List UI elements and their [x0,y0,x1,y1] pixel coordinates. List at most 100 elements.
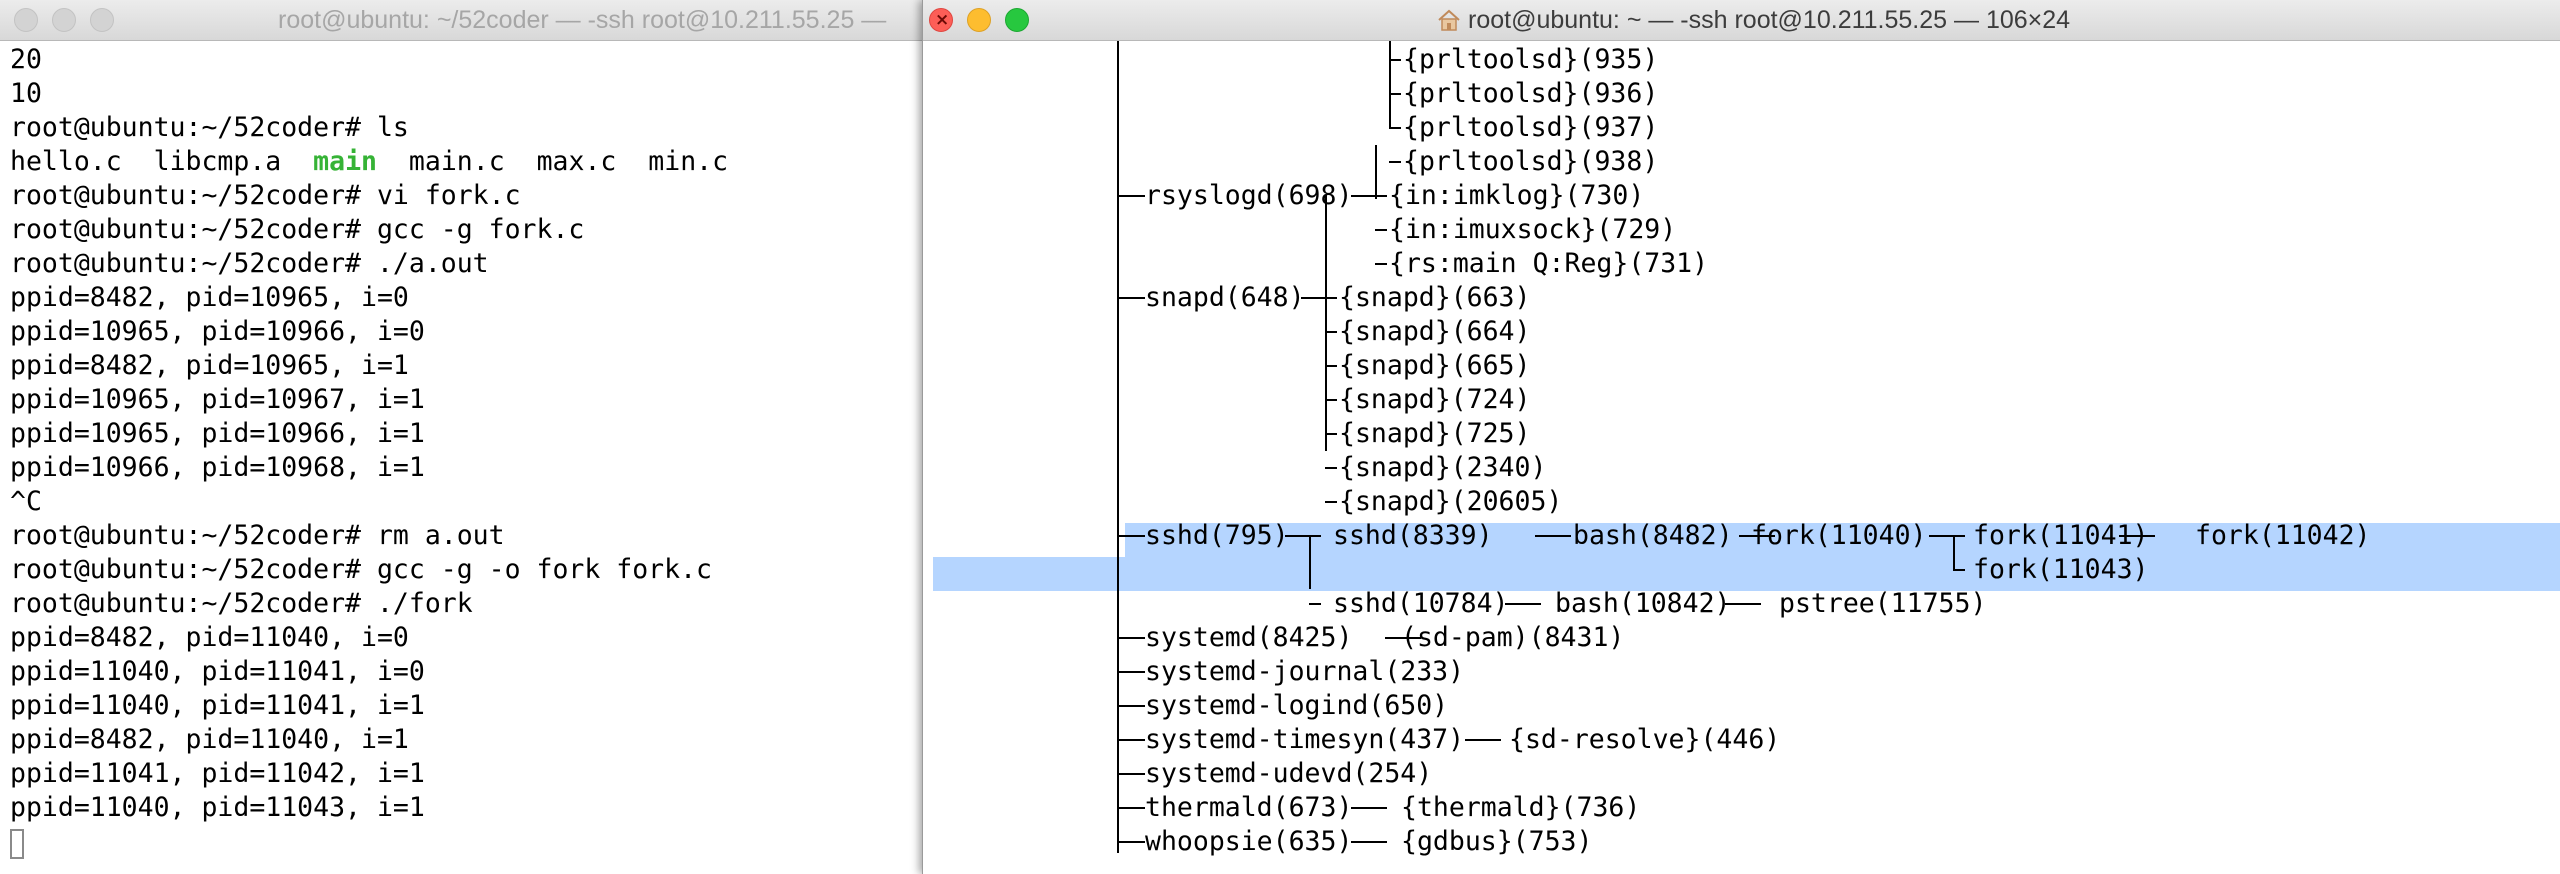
thread-snapd: {snapd}(663) [1339,282,1531,313]
terminal-line: ppid=8482, pid=10965, i=1 [10,350,409,381]
terminal-line: ppid=11041, pid=11042, i=1 [10,758,425,789]
right-window-title-wrap: root@ubuntu: ~ — -ssh root@10.211.55.25 … [1436,0,2070,40]
tree-connector [1309,603,1321,605]
file-hello-c: hello.c [10,146,122,177]
tree-connector [1117,739,1145,741]
terminal-cursor [10,829,24,859]
close-button[interactable] [14,8,38,32]
left-window-titlebar[interactable]: root@ubuntu: ~/52coder — -ssh root@10.21… [0,0,924,41]
terminal-line: ppid=8482, pid=10965, i=0 [10,282,409,313]
right-window-title: root@ubuntu: ~ — -ssh root@10.211.55.25 … [1468,6,2071,34]
tree-connector [1117,195,1145,197]
left-terminal-window[interactable]: root@ubuntu: ~/52coder — -ssh root@10.21… [0,0,924,874]
pstree-output[interactable]: {prltoolsd}(935) {prltoolsd}(936) {prlto… [923,41,2560,874]
tree-connector [1325,365,1337,367]
tree-connector [1117,671,1145,673]
process-snapd: snapd(648) [1145,282,1305,313]
thread-snapd: {snapd}(20605) [1339,486,1563,517]
terminal-line: root@ubuntu:~/52coder# ./fork [10,588,473,619]
close-button[interactable]: × [929,8,953,32]
tree-connector [1389,127,1401,129]
process-systemd-logind: systemd-logind(650) [1145,690,1449,721]
file-main-c: main.c [408,146,505,177]
tree-connector [1351,195,1387,197]
minimize-button[interactable] [52,8,76,32]
left-terminal-content[interactable]: 20 10 root@ubuntu:~/52coder# ls hello.c … [0,41,924,874]
process-systemd-timesyn: systemd-timesyn(437) [1145,724,1465,755]
terminal-line: ppid=11040, pid=11041, i=1 [10,690,425,721]
tree-connector [1117,297,1145,299]
tree-connector [1535,535,1571,537]
process-sshd-795: sshd(795) [1145,520,1289,551]
terminal-line: ppid=10965, pid=10966, i=0 [10,316,425,347]
terminal-line: 20 [10,44,42,75]
tree-branch-line [1953,537,1955,569]
process-fork-11043: fork(11043) [1973,554,2149,585]
terminal-line: ppid=8482, pid=11040, i=0 [10,622,409,653]
file-main-executable: main [313,146,377,177]
thread-sd-resolve: {sd-resolve}(446) [1509,724,1781,755]
process-bash-10842: bash(10842) [1555,588,1731,619]
tree-connector [1117,637,1145,639]
tree-connector [1325,467,1337,469]
tree-connector [1325,433,1337,435]
tree-connector [1117,535,1145,537]
tree-connector [1325,399,1337,401]
thread-thermald: {thermald}(736) [1401,792,1641,823]
tree-connector [1117,841,1145,843]
process-fork-11042: fork(11042) [2195,520,2371,551]
tree-connector [1117,705,1145,707]
tree-branch-line [1375,145,1377,199]
tree-connector [1301,297,1337,299]
process-sshd-10784: sshd(10784) [1333,588,1509,619]
home-icon [1438,9,1460,31]
tree-connector [1325,331,1337,333]
right-terminal-window[interactable]: × root@ubuntu: ~ — -ssh root@10.211.55.2… [922,0,2560,874]
tree-connector [1505,603,1541,605]
thread-in-imklog: {in:imklog}(730) [1389,180,1645,211]
terminal-line: root@ubuntu:~/52coder# vi fork.c [10,180,521,211]
terminal-line: ppid=11040, pid=11043, i=1 [10,792,425,823]
process-prltoolsd: {prltoolsd}(937) [1403,112,1659,143]
thread-snapd: {snapd}(725) [1339,418,1531,449]
zoom-button[interactable] [90,8,114,32]
tree-trunk-line [1117,41,1119,853]
terminal-line: root@ubuntu:~/52coder# ./a.out [10,248,489,279]
process-pstree-11755: pstree(11755) [1779,588,1987,619]
tree-connector [1389,161,1401,163]
tree-branch-line [1309,537,1311,589]
tree-connector [1953,569,1965,571]
selection-highlight [933,557,2560,591]
thread-snapd: {snapd}(2340) [1339,452,1547,483]
tree-branch-line [1325,195,1327,451]
process-systemd-journal: systemd-journal(233) [1145,656,1465,687]
tree-connector [1389,59,1401,61]
tree-connector [1285,535,1321,537]
terminal-line: ^C [10,486,42,517]
thread-snapd: {snapd}(724) [1339,384,1531,415]
right-window-titlebar[interactable]: × root@ubuntu: ~ — -ssh root@10.211.55.2… [923,0,2560,41]
tree-connector [1389,93,1401,95]
process-sshd-8339: sshd(8339) [1333,520,1493,551]
thread-rs-main: {rs:main Q:Reg}(731) [1389,248,1709,279]
terminal-line: root@ubuntu:~/52coder# gcc -g fork.c [10,214,585,245]
tree-connector [1117,773,1145,775]
terminal-line: ppid=10965, pid=10967, i=1 [10,384,425,415]
process-systemd-udevd: systemd-udevd(254) [1145,758,1433,789]
thread-snapd: {snapd}(664) [1339,316,1531,347]
tree-branch-line [1389,41,1391,127]
minimize-button[interactable] [967,8,991,32]
close-x-icon: × [935,10,950,30]
thread-snapd: {snapd}(665) [1339,350,1531,381]
thread-gdbus: {gdbus}(753) [1401,826,1593,857]
process-fork-11041: fork(11041) [1973,520,2149,551]
process-bash-8482: bash(8482) [1573,520,1733,551]
terminal-line: root@ubuntu:~/52coder# rm a.out [10,520,505,551]
terminal-line: 10 [10,78,42,109]
zoom-button[interactable] [1005,8,1029,32]
process-prltoolsd: {prltoolsd}(936) [1403,78,1659,109]
tree-connector [1465,739,1501,741]
terminal-line: root@ubuntu:~/52coder# ls [10,112,409,143]
terminal-line: ppid=10966, pid=10968, i=1 [10,452,425,483]
process-sd-pam: (sd-pam)(8431) [1401,622,1625,653]
